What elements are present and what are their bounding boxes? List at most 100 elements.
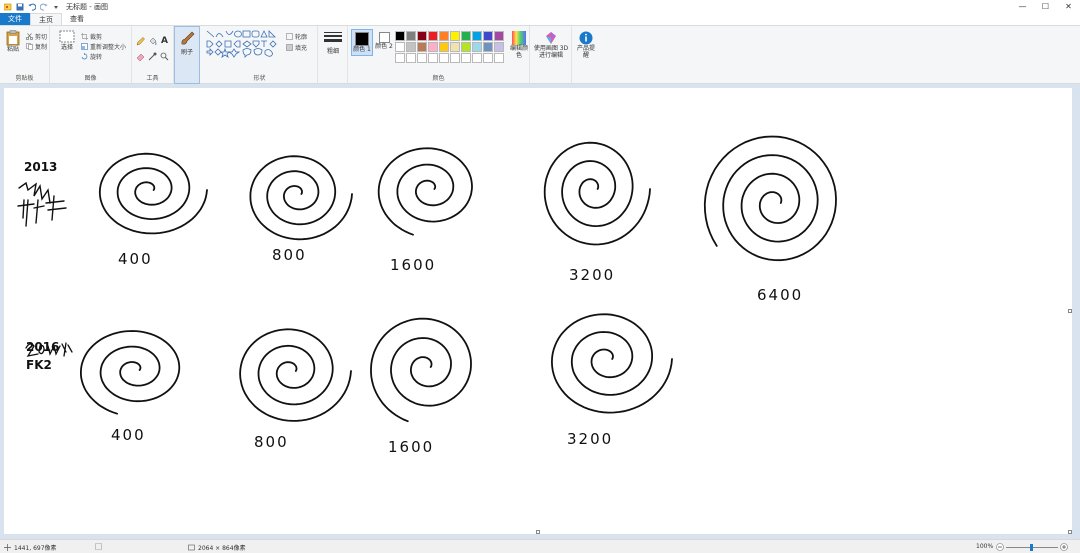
palette-swatch-empty[interactable] bbox=[450, 53, 460, 63]
palette-swatch[interactable] bbox=[417, 42, 427, 52]
tools-group: A 工具 bbox=[132, 26, 174, 84]
size-label: 粗细 bbox=[326, 48, 339, 55]
cut-label: 剪切 bbox=[35, 34, 48, 41]
palette-swatch[interactable] bbox=[406, 31, 416, 41]
resize-handle-right[interactable] bbox=[1068, 309, 1072, 313]
palette-swatch-empty[interactable] bbox=[406, 53, 416, 63]
resize-label: 重新调整大小 bbox=[90, 44, 127, 51]
ribbon-tabs: 文件 主页 查看 bbox=[0, 13, 1080, 26]
tools-group-label: 工具 bbox=[146, 75, 159, 82]
fill-bucket-icon[interactable] bbox=[148, 37, 157, 46]
clipboard-group-label: 剪贴板 bbox=[15, 75, 34, 82]
palette-swatch[interactable] bbox=[395, 31, 405, 41]
minimize-button[interactable]: — bbox=[1011, 0, 1034, 13]
hand-drawn-spiral bbox=[239, 328, 352, 422]
palette-swatch-empty[interactable] bbox=[483, 53, 493, 63]
product-alert-button[interactable]: 产品提醒 bbox=[575, 31, 597, 59]
resize-handle-corner[interactable] bbox=[1068, 530, 1072, 534]
drawing-canvas[interactable]: 400 800 1600 3200 6400 400 800 1600 3200 2013 2016… bbox=[4, 88, 1072, 534]
hand-drawn-spiral bbox=[377, 147, 473, 236]
zoom-slider-thumb[interactable] bbox=[1030, 544, 1033, 551]
palette-swatch-empty[interactable] bbox=[428, 53, 438, 63]
color2-button[interactable]: 颜色 2 bbox=[375, 32, 393, 50]
shapes-group: 轮廓 填充 形状 bbox=[202, 26, 318, 84]
side-note-row2: FK2 bbox=[26, 358, 52, 372]
fill-icon bbox=[286, 44, 293, 51]
palette-swatch-empty[interactable] bbox=[395, 53, 405, 63]
paint3d-icon bbox=[546, 32, 556, 44]
fill-dropdown[interactable]: 填充 bbox=[286, 43, 307, 52]
clipboard-group: 粘贴 剪切 复制 剪贴板 bbox=[0, 26, 50, 84]
palette-swatch[interactable] bbox=[428, 42, 438, 52]
color-palette bbox=[395, 31, 505, 64]
brushes-button[interactable]: 刷子 bbox=[174, 26, 200, 84]
palette-swatch[interactable] bbox=[483, 42, 493, 52]
palette-swatch-empty[interactable] bbox=[494, 53, 504, 63]
rotate-button[interactable]: 旋转 bbox=[81, 52, 102, 61]
zoom-slider[interactable] bbox=[1006, 544, 1058, 551]
palette-swatch[interactable] bbox=[472, 42, 482, 52]
palette-swatch[interactable] bbox=[472, 31, 482, 41]
copy-button[interactable]: 复制 bbox=[26, 42, 47, 51]
palette-swatch[interactable] bbox=[439, 31, 449, 41]
redo-icon[interactable] bbox=[39, 3, 48, 11]
cursor-position: 1441, 697像素 bbox=[4, 543, 57, 552]
palette-swatch[interactable] bbox=[406, 42, 416, 52]
palette-swatch[interactable] bbox=[428, 31, 438, 41]
palette-swatch[interactable] bbox=[450, 31, 460, 41]
zoom-in-icon[interactable] bbox=[1060, 543, 1068, 551]
spiral-label-row2: 3200 bbox=[567, 430, 614, 448]
palette-swatch[interactable] bbox=[461, 31, 471, 41]
hand-drawn-spiral bbox=[370, 317, 472, 423]
resize-handle-bottom[interactable] bbox=[536, 530, 540, 534]
eraser-icon[interactable] bbox=[136, 52, 145, 61]
palette-swatch-empty[interactable] bbox=[461, 53, 471, 63]
customize-toolbar-icon[interactable] bbox=[52, 3, 60, 11]
ribbon: 粘贴 剪切 复制 剪贴板 选择 裁剪 重新调整大小 旋转 图像 A 工具 刷子 … bbox=[0, 26, 1080, 84]
palette-swatch-empty[interactable] bbox=[472, 53, 482, 63]
hand-drawn-spiral bbox=[249, 155, 353, 241]
resize-button[interactable]: 重新调整大小 bbox=[81, 42, 126, 51]
size-button[interactable]: 粗细 bbox=[318, 26, 348, 84]
save-icon[interactable] bbox=[16, 3, 24, 11]
outline-dropdown[interactable]: 轮廓 bbox=[286, 32, 307, 41]
tab-home[interactable]: 主页 bbox=[30, 13, 62, 25]
palette-swatch-empty[interactable] bbox=[417, 53, 427, 63]
paint3d-button[interactable]: 使用画图 3D 进行编辑 bbox=[532, 31, 570, 59]
undo-icon[interactable] bbox=[28, 3, 37, 11]
edit-colors-button[interactable]: 编辑颜色 bbox=[509, 31, 529, 59]
text-tool-icon[interactable]: A bbox=[161, 36, 168, 46]
tab-view[interactable]: 查看 bbox=[62, 13, 92, 25]
side-note-row1: 2013 bbox=[24, 160, 58, 174]
handwritten-label-row1-scribble bbox=[17, 181, 67, 227]
outline-icon bbox=[286, 33, 293, 40]
color1-button[interactable]: 颜色 1 bbox=[351, 29, 373, 56]
palette-swatch[interactable] bbox=[395, 42, 405, 52]
hand-drawn-spiral bbox=[550, 313, 673, 414]
color1-label: 颜色 1 bbox=[353, 46, 371, 53]
zoom-level-text: 100% bbox=[976, 543, 994, 550]
brush-icon bbox=[181, 31, 195, 45]
paste-button[interactable]: 粘贴 bbox=[3, 30, 23, 53]
palette-swatch[interactable] bbox=[483, 31, 493, 41]
spiral-label-row1: 400 bbox=[118, 250, 153, 268]
zoom-out-icon[interactable] bbox=[996, 543, 1004, 551]
palette-swatch[interactable] bbox=[461, 42, 471, 52]
select-button[interactable]: 选择 bbox=[56, 30, 78, 51]
line-width-icon bbox=[324, 32, 342, 42]
cut-button[interactable]: 剪切 bbox=[26, 32, 47, 41]
maximize-button[interactable]: ☐ bbox=[1034, 0, 1057, 13]
palette-swatch-empty[interactable] bbox=[439, 53, 449, 63]
palette-swatch[interactable] bbox=[494, 31, 504, 41]
tab-file[interactable]: 文件 bbox=[0, 13, 30, 25]
shapes-gallery[interactable] bbox=[206, 30, 282, 58]
palette-swatch[interactable] bbox=[450, 42, 460, 52]
pencil-icon[interactable] bbox=[136, 37, 145, 46]
crop-button[interactable]: 裁剪 bbox=[81, 32, 102, 41]
palette-swatch[interactable] bbox=[494, 42, 504, 52]
color-picker-icon[interactable] bbox=[148, 52, 157, 61]
palette-swatch[interactable] bbox=[417, 31, 427, 41]
palette-swatch[interactable] bbox=[439, 42, 449, 52]
close-button[interactable]: ✕ bbox=[1057, 0, 1080, 13]
magnifier-icon[interactable] bbox=[160, 52, 169, 61]
